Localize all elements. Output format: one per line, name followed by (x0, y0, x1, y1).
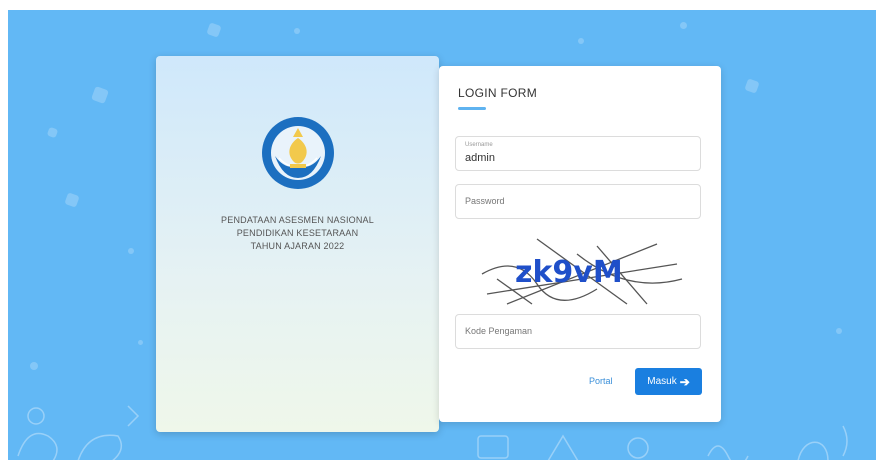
organization-name: PENDATAAN ASESMEN NASIONAL PENDIDIKAN KE… (156, 214, 439, 253)
branding-panel: PENDATAAN ASESMEN NASIONAL PENDIDIKAN KE… (156, 56, 439, 432)
decor-dot (138, 340, 143, 345)
decor-dot (836, 328, 842, 334)
username-field[interactable]: Username admin (455, 136, 701, 171)
username-label: Username (465, 142, 493, 148)
title-underline (458, 107, 486, 110)
masuk-label: Masuk (647, 376, 677, 387)
password-placeholder: Password (465, 196, 505, 206)
org-line-2: PENDIDIKAN KESETARAAN (236, 228, 359, 238)
decor-hexagon (744, 78, 760, 94)
login-form-card: LOGIN FORM Username admin Password zk9vM… (439, 66, 721, 422)
page-background: PENDATAAN ASESMEN NASIONAL PENDIDIKAN KE… (8, 10, 876, 460)
tut-wuri-handayani-logo-icon (262, 117, 334, 189)
captcha-image: zk9vM (481, 238, 683, 305)
security-code-field[interactable]: Kode Pengaman (455, 314, 701, 349)
org-line-1: PENDATAAN ASESMEN NASIONAL (221, 215, 374, 225)
school-doodle-icons (17, 405, 140, 460)
username-value: admin (465, 152, 495, 164)
decor-hexagon (64, 192, 80, 208)
decor-dot (578, 38, 584, 44)
decor-dot (680, 22, 687, 29)
org-line-3: TAHUN AJARAN 2022 (250, 241, 345, 251)
decor-hexagon (91, 86, 109, 104)
masuk-button[interactable]: Masuk ➔ (635, 368, 702, 395)
captcha-text: zk9vM (515, 255, 623, 290)
arrow-right-icon: ➔ (679, 374, 690, 389)
decor-dot (30, 362, 38, 370)
password-field[interactable]: Password (455, 184, 701, 219)
decor-dot (294, 28, 300, 34)
form-title: LOGIN FORM (458, 86, 538, 100)
decor-dot (128, 248, 134, 254)
decor-hexagon (46, 126, 59, 139)
portal-link[interactable]: Portal (589, 376, 613, 386)
security-code-placeholder: Kode Pengaman (465, 326, 533, 336)
decor-hexagon (206, 22, 222, 38)
